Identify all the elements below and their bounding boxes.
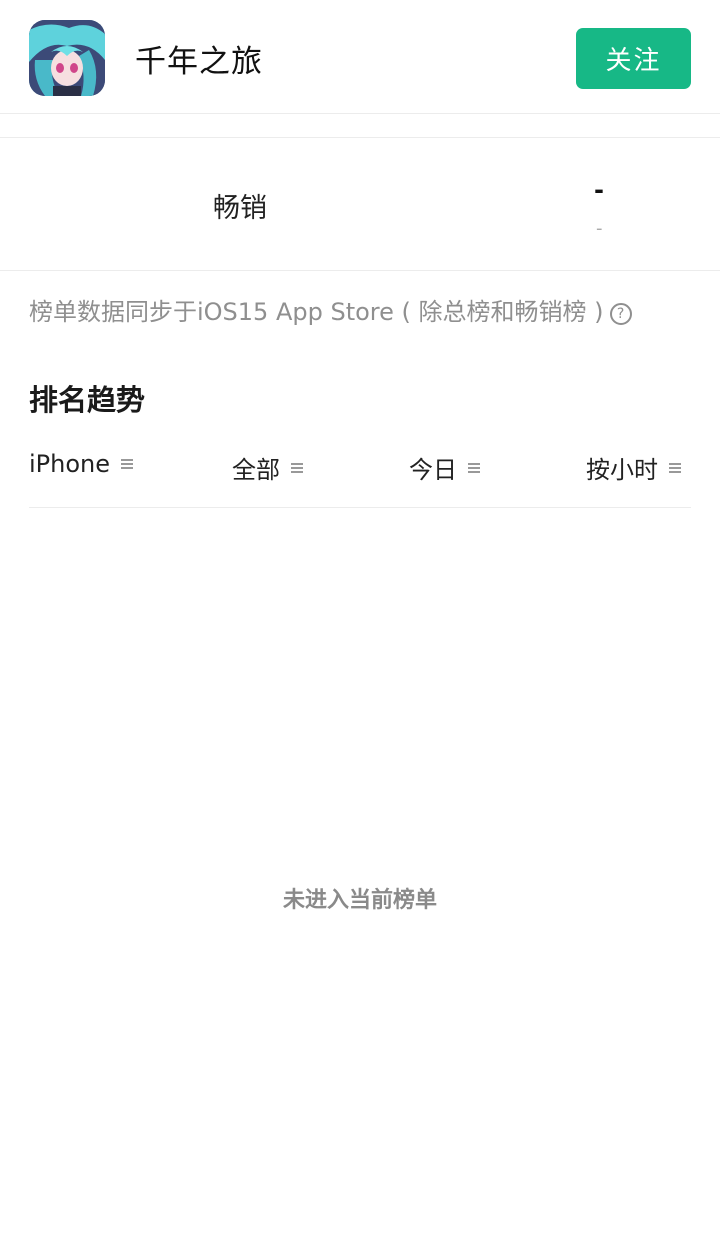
empty-state-message: 未进入当前榜单 [282, 888, 437, 913]
filter-date-label: 今日 [409, 456, 457, 484]
app-name: 千年之旅 [135, 44, 263, 80]
question-circle-icon[interactable]: ? [609, 303, 632, 325]
filter-bar: iPhone 全部 今日 按小时 [29, 446, 691, 508]
app-icon-art [29, 20, 105, 96]
rank-change: - [596, 218, 603, 239]
app-header: 千年之旅 关注 [0, 0, 720, 114]
filter-category-label: 全部 [232, 456, 280, 484]
section-title: 排名趋势 [29, 383, 146, 417]
filter-device-label: iPhone [29, 450, 111, 478]
rank-row: 畅销 - - [0, 138, 720, 271]
rank-value: - [594, 176, 604, 204]
data-source-note-text: 榜单数据同步于iOS15 App Store ( 除总榜和畅销榜 ) [29, 298, 604, 326]
menu-lines-icon [121, 457, 134, 471]
menu-lines-icon [291, 461, 303, 475]
follow-button[interactable]: 关注 [576, 28, 691, 89]
filter-device[interactable]: iPhone [29, 450, 134, 478]
rank-category-label: 畅销 [213, 193, 267, 224]
menu-lines-icon [669, 461, 681, 475]
data-source-note: 榜单数据同步于iOS15 App Store ( 除总榜和畅销榜 )? [29, 292, 632, 327]
filter-granularity-label: 按小时 [586, 456, 658, 484]
filter-category[interactable]: 全部 [232, 450, 303, 485]
filter-date[interactable]: 今日 [409, 450, 480, 485]
menu-lines-icon [468, 461, 480, 475]
app-icon[interactable] [29, 20, 105, 96]
filter-granularity[interactable]: 按小时 [586, 450, 681, 485]
app-rank-page: 千年之旅 关注 畅销 - - 榜单数据同步于iOS15 App Store ( … [0, 0, 720, 1249]
